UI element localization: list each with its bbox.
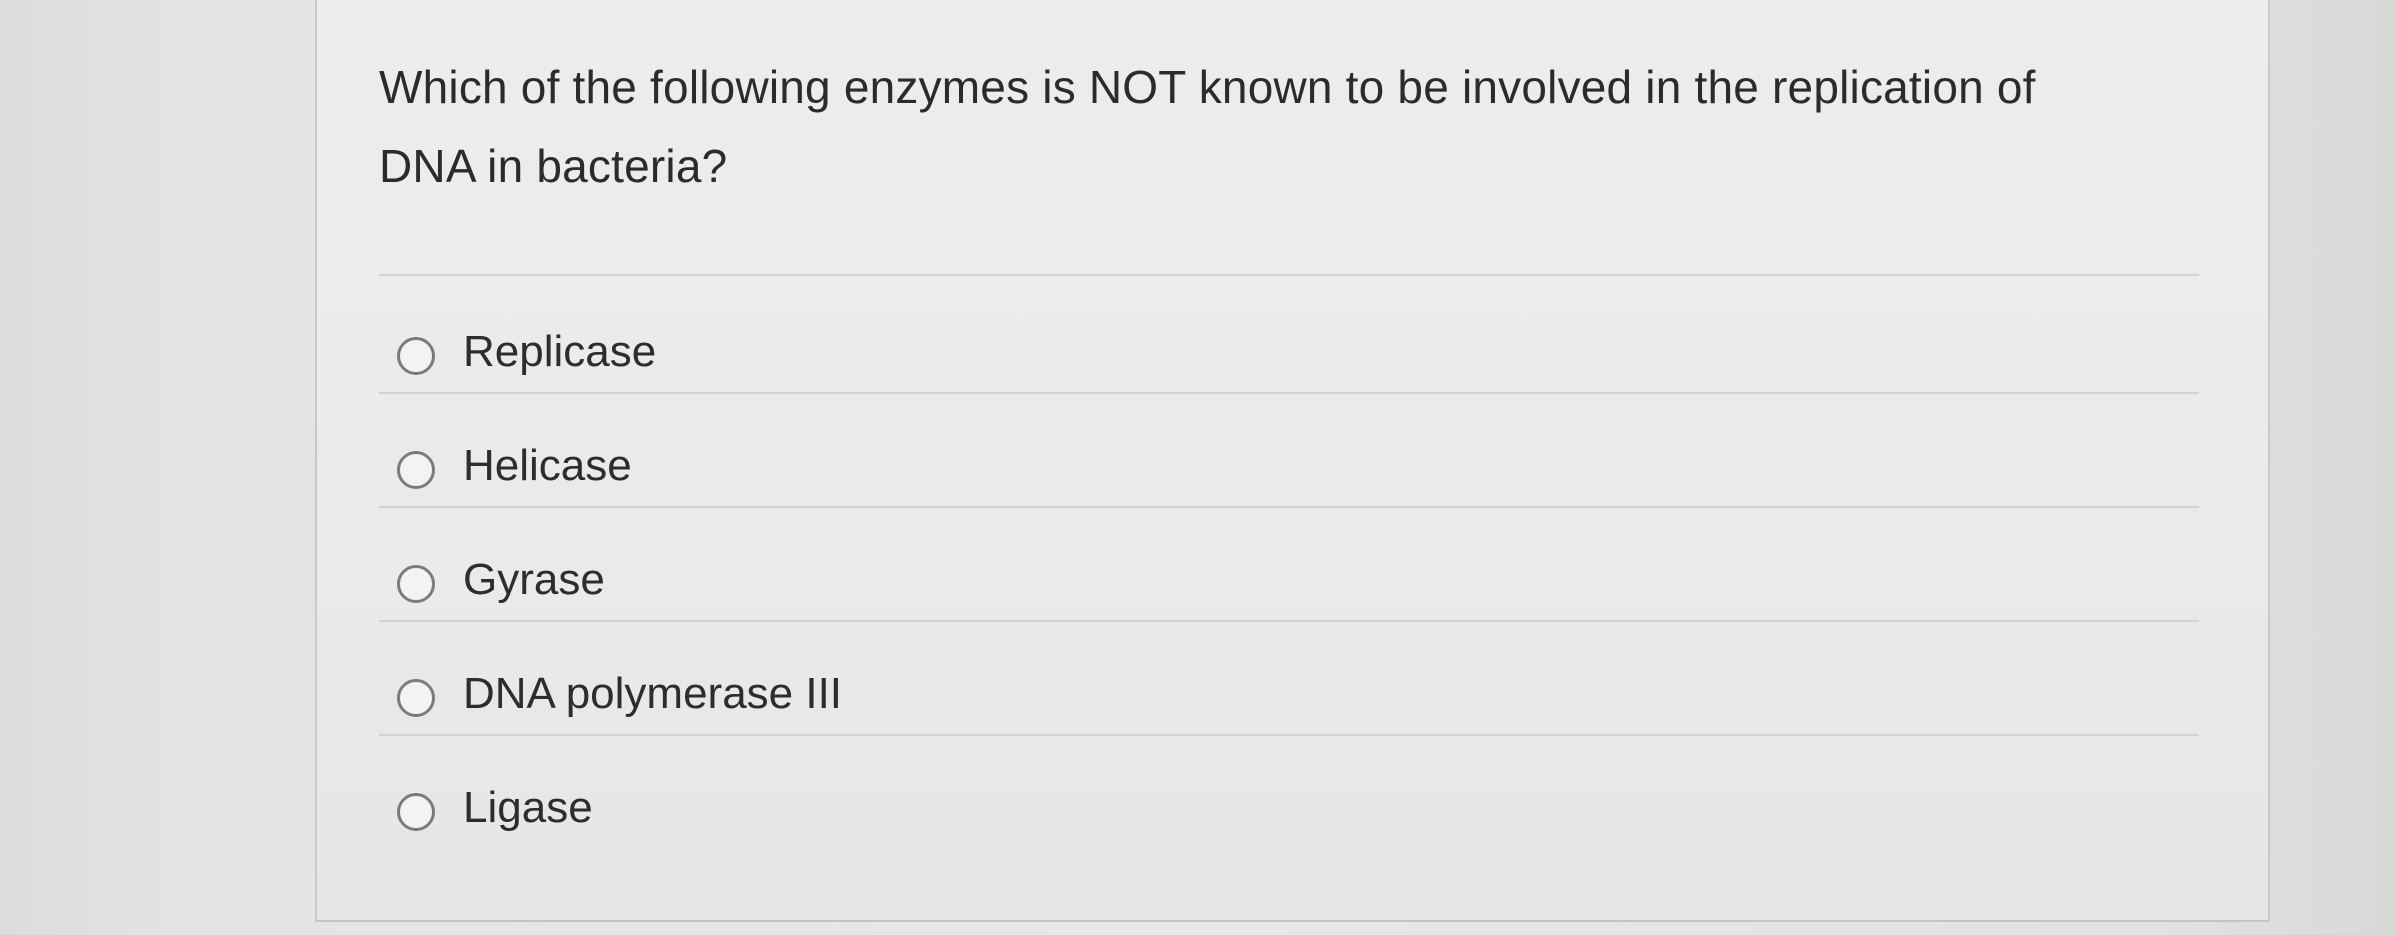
choice-ligase[interactable]: Ligase (379, 736, 2199, 850)
choice-label[interactable]: Replicase (463, 322, 656, 382)
choice-label[interactable]: Ligase (463, 778, 593, 838)
choice-label[interactable]: Gyrase (463, 550, 605, 610)
answer-choices: Replicase Helicase Gyrase DNA polymerase… (379, 280, 2199, 850)
choice-label[interactable]: DNA polymerase III (463, 664, 842, 724)
question-text: Which of the following enzymes is NOT kn… (379, 61, 2036, 192)
radio-unselected-icon[interactable] (397, 337, 435, 375)
choice-label[interactable]: Helicase (463, 436, 632, 496)
choice-gyrase[interactable]: Gyrase (379, 508, 2199, 622)
radio-unselected-icon[interactable] (397, 679, 435, 717)
radio-unselected-icon[interactable] (397, 451, 435, 489)
choice-helicase[interactable]: Helicase (379, 394, 2199, 508)
choice-replicase[interactable]: Replicase (379, 280, 2199, 394)
question-divider (379, 274, 2199, 276)
question-card: Which of the following enzymes is NOT kn… (315, 0, 2270, 922)
radio-unselected-icon[interactable] (397, 793, 435, 831)
choice-dna-polymerase-iii[interactable]: DNA polymerase III (379, 622, 2199, 736)
radio-unselected-icon[interactable] (397, 565, 435, 603)
